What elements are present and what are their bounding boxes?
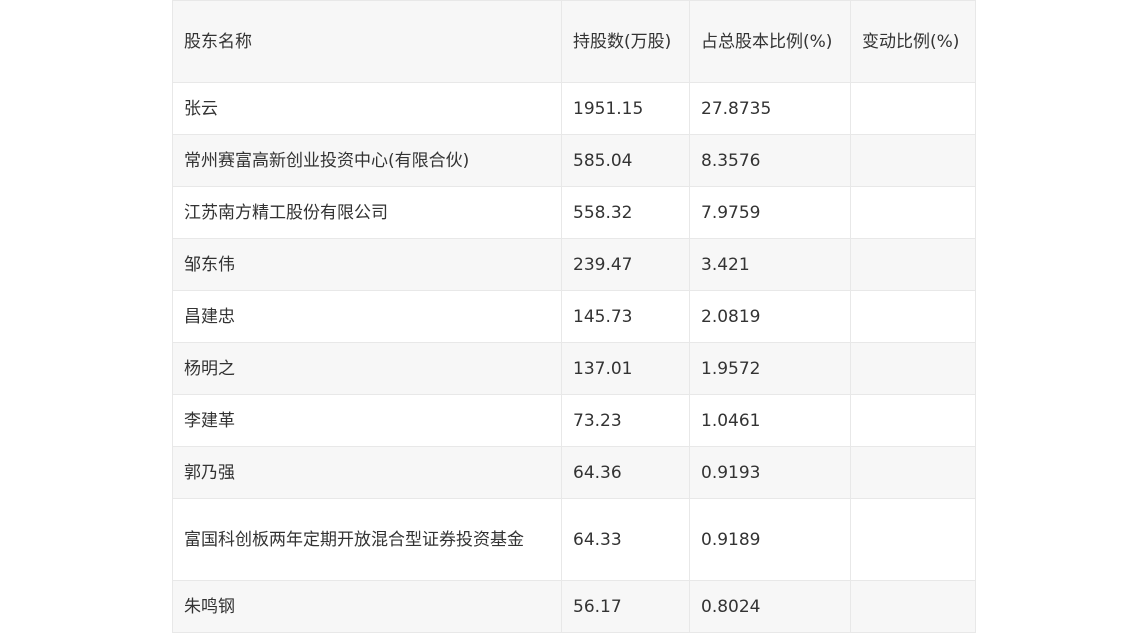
table-row: 李建革 73.23 1.0461 — [172, 394, 976, 447]
cell-shares: 585.04 — [561, 134, 690, 187]
cell-shareholder-name: 郭乃强 — [172, 446, 562, 499]
cell-change — [850, 82, 976, 135]
cell-shares: 239.47 — [561, 238, 690, 291]
table-row: 杨明之 137.01 1.9572 — [172, 342, 976, 395]
cell-change — [850, 134, 976, 187]
cell-ratio: 0.9189 — [689, 498, 851, 581]
cell-ratio: 3.421 — [689, 238, 851, 291]
table-row: 邹东伟 239.47 3.421 — [172, 238, 976, 291]
cell-shares: 558.32 — [561, 186, 690, 239]
cell-shareholder-name: 昌建忠 — [172, 290, 562, 343]
cell-shares: 1951.15 — [561, 82, 690, 135]
cell-shareholder-name: 富国科创板两年定期开放混合型证券投资基金 — [172, 498, 562, 581]
cell-shares: 56.17 — [561, 580, 690, 633]
cell-shares: 64.36 — [561, 446, 690, 499]
cell-change — [850, 186, 976, 239]
cell-change — [850, 498, 976, 581]
cell-change — [850, 580, 976, 633]
cell-ratio: 1.9572 — [689, 342, 851, 395]
cell-shareholder-name: 常州赛富高新创业投资中心(有限合伙) — [172, 134, 562, 187]
header-ratio: 占总股本比例(%) — [689, 0, 851, 83]
cell-shareholder-name: 朱鸣钢 — [172, 580, 562, 633]
cell-change — [850, 290, 976, 343]
table-row: 常州赛富高新创业投资中心(有限合伙) 585.04 8.3576 — [172, 134, 976, 187]
header-shares: 持股数(万股) — [561, 0, 690, 83]
cell-shares: 137.01 — [561, 342, 690, 395]
cell-ratio: 0.8024 — [689, 580, 851, 633]
header-change: 变动比例(%) — [850, 0, 976, 83]
cell-ratio: 1.0461 — [689, 394, 851, 447]
cell-shareholder-name: 杨明之 — [172, 342, 562, 395]
header-shareholder-name: 股东名称 — [172, 0, 562, 83]
shareholder-table: 股东名称 持股数(万股) 占总股本比例(%) 变动比例(%) 张云 1951.1… — [172, 0, 976, 633]
cell-shares: 145.73 — [561, 290, 690, 343]
cell-shares: 64.33 — [561, 498, 690, 581]
cell-change — [850, 394, 976, 447]
cell-change — [850, 238, 976, 291]
cell-shares: 73.23 — [561, 394, 690, 447]
cell-shareholder-name: 李建革 — [172, 394, 562, 447]
table-row: 江苏南方精工股份有限公司 558.32 7.9759 — [172, 186, 976, 239]
cell-ratio: 7.9759 — [689, 186, 851, 239]
shareholder-table-container: 股东名称 持股数(万股) 占总股本比例(%) 变动比例(%) 张云 1951.1… — [172, 0, 976, 633]
cell-shareholder-name: 江苏南方精工股份有限公司 — [172, 186, 562, 239]
table-row: 昌建忠 145.73 2.0819 — [172, 290, 976, 343]
cell-ratio: 8.3576 — [689, 134, 851, 187]
cell-change — [850, 342, 976, 395]
cell-change — [850, 446, 976, 499]
cell-shareholder-name: 邹东伟 — [172, 238, 562, 291]
table-row: 朱鸣钢 56.17 0.8024 — [172, 580, 976, 633]
table-row: 郭乃强 64.36 0.9193 — [172, 446, 976, 499]
cell-ratio: 0.9193 — [689, 446, 851, 499]
cell-ratio: 2.0819 — [689, 290, 851, 343]
table-header-row: 股东名称 持股数(万股) 占总股本比例(%) 变动比例(%) — [172, 0, 976, 83]
table-row: 富国科创板两年定期开放混合型证券投资基金 64.33 0.9189 — [172, 498, 976, 581]
cell-shareholder-name: 张云 — [172, 82, 562, 135]
table-row: 张云 1951.15 27.8735 — [172, 82, 976, 135]
cell-ratio: 27.8735 — [689, 82, 851, 135]
